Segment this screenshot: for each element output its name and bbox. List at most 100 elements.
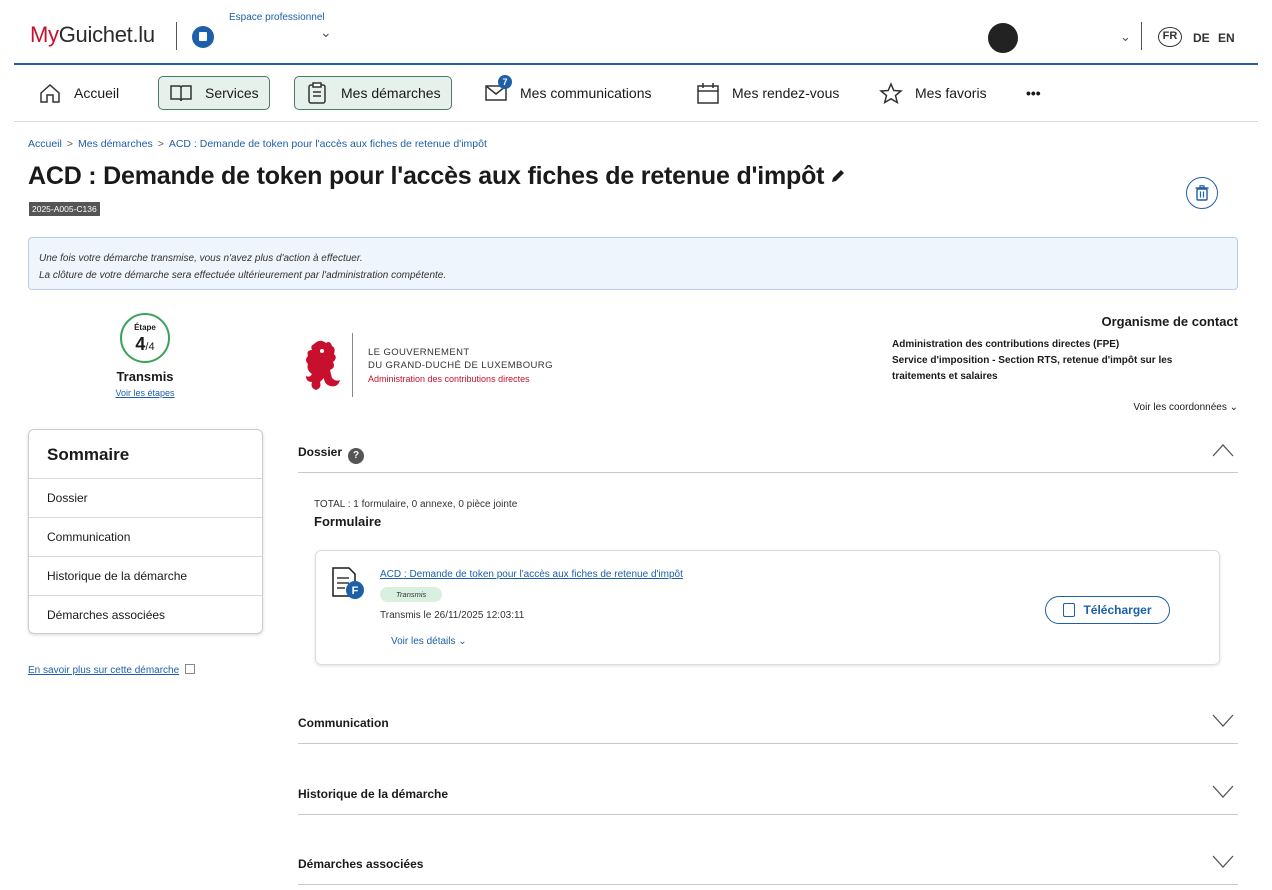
nav-label: Mes démarches	[341, 85, 441, 101]
form-icon-letter: F	[352, 585, 359, 597]
nav-mes-communications[interactable]: 7 Mes communications	[484, 74, 652, 110]
summary-item-communication[interactable]: Communication	[29, 518, 262, 557]
myguichet-logo[interactable]: MyGuichet.lu	[30, 22, 155, 48]
mail-icon-wrap: 7	[484, 74, 520, 106]
clipboard-icon	[308, 82, 326, 104]
trash-icon	[1195, 185, 1209, 201]
nav-accueil[interactable]: Accueil	[38, 76, 119, 110]
view-details-link[interactable]: Voir les détails ⌄	[391, 636, 467, 647]
step-total: /4	[145, 341, 155, 353]
reference-badge: 2025-A005-C136	[29, 202, 100, 216]
learn-more-label: En savoir plus sur cette démarche	[28, 665, 180, 676]
learn-more-link[interactable]: En savoir plus sur cette démarche	[28, 664, 196, 676]
view-contact-details-link[interactable]: Voir les coordonnées ⌄	[1133, 402, 1238, 413]
nav-mes-rendez-vous[interactable]: Mes rendez-vous	[696, 76, 839, 110]
breadcrumb-separator: >	[66, 138, 73, 150]
breadcrumb-accueil[interactable]: Accueil	[28, 138, 62, 150]
contact-organisation: Administration des contributions directe…	[892, 337, 1222, 385]
breadcrumb-mes-demarches[interactable]: Mes démarches	[78, 138, 153, 150]
space-chevron-down-icon[interactable]: ⌄	[320, 24, 332, 41]
step-indicator: Étape 4/4	[120, 313, 170, 363]
nav-label: Accueil	[74, 85, 120, 101]
header-accent-line	[14, 63, 1258, 65]
download-label: Télécharger	[1083, 603, 1152, 617]
pencil-icon[interactable]	[830, 168, 846, 184]
view-details-label: Voir les détails	[391, 636, 456, 647]
step-current: 4	[135, 334, 146, 354]
user-avatar[interactable]	[988, 23, 1018, 53]
nav-label: Mes rendez-vous	[732, 85, 840, 101]
banner-line-2: La clôture de votre démarche sera effect…	[39, 270, 447, 281]
section-dossier-title: Dossier?	[298, 445, 365, 464]
summary-panel: Sommaire Dossier Communication Historiqu…	[28, 429, 263, 634]
home-icon	[40, 83, 60, 103]
info-banner: Une fois votre démarche transmise, vous …	[28, 237, 1238, 290]
step-label: Étape	[134, 323, 156, 332]
help-icon[interactable]: ?	[348, 448, 365, 464]
nav-services[interactable]: Services	[158, 76, 270, 110]
download-button[interactable]: Télécharger	[1045, 596, 1170, 624]
chevron-down-icon: ⌄	[455, 636, 467, 647]
gov-line-3: Administration des contributions directe…	[368, 374, 530, 384]
dossier-total: TOTAL : 1 formulaire, 0 annexe, 0 pièce …	[314, 499, 518, 510]
breadcrumb-current: ACD : Demande de token pour l'accès aux …	[168, 138, 487, 150]
breadcrumb-separator: >	[157, 138, 164, 150]
form-title-link[interactable]: ACD : Demande de token pour l'accès aux …	[380, 569, 683, 580]
lang-de[interactable]: DE	[1193, 31, 1210, 45]
section-communication-header[interactable]: Communication	[298, 708, 1238, 744]
section-historique-header[interactable]: Historique de la démarche	[298, 779, 1238, 815]
chevron-up-icon	[1212, 444, 1234, 457]
contact-link-label: Voir les coordonnées	[1133, 402, 1227, 413]
nav-mes-favoris[interactable]: Mes favoris	[879, 76, 987, 110]
gov-divider	[352, 333, 353, 397]
contact-org-service: Service d'imposition - Section RTS, rete…	[892, 355, 1173, 382]
summary-item-demarches-associees[interactable]: Démarches associées	[29, 596, 262, 635]
section-communication-title: Communication	[298, 716, 389, 730]
page-title: ACD : Demande de token pour l'accès aux …	[28, 162, 846, 191]
top-header: MyGuichet.lu Espace professionnel ⌄ ⌄ FR…	[0, 0, 1272, 64]
nav-label: Mes favoris	[915, 85, 987, 101]
summary-item-dossier[interactable]: Dossier	[29, 479, 262, 518]
luxembourg-lion-logo	[306, 340, 340, 390]
form-transmitted-date: Transmis le 26/11/2025 12:03:11	[380, 610, 525, 621]
space-label: Espace professionnel	[229, 12, 325, 23]
section-label: Dossier	[298, 445, 343, 459]
section-demarches-associees-header[interactable]: Démarches associées	[298, 849, 1238, 885]
status-badge: Transmis	[380, 587, 443, 602]
banner-line-1: Une fois votre démarche transmise, vous …	[39, 253, 363, 264]
lang-en[interactable]: EN	[1218, 31, 1235, 45]
chevron-down-icon: ⌄	[1229, 402, 1238, 413]
external-link-icon	[185, 664, 196, 674]
section-dossier-header[interactable]: Dossier?	[298, 437, 1238, 473]
form-card: F ACD : Demande de token pour l'accès au…	[315, 550, 1220, 665]
nav-label: Mes communications	[520, 85, 652, 101]
nav-label: Services	[205, 85, 259, 101]
page-title-text: ACD : Demande de token pour l'accès aux …	[28, 162, 825, 190]
summary-title: Sommaire	[29, 430, 262, 479]
nav-mes-demarches[interactable]: Mes démarches	[294, 76, 452, 110]
view-steps-link[interactable]: Voir les étapes	[95, 388, 195, 398]
nav-more-button[interactable]: •••	[1026, 76, 1041, 110]
calendar-icon	[697, 83, 719, 104]
chevron-down-icon	[1212, 714, 1234, 727]
form-document-icon: F	[332, 567, 364, 599]
summary-item-historique[interactable]: Historique de la démarche	[29, 557, 262, 596]
user-chevron-down-icon[interactable]: ⌄	[1120, 29, 1131, 45]
delete-button[interactable]	[1186, 177, 1218, 209]
section-historique-title: Historique de la démarche	[298, 787, 449, 801]
step-status: Transmis	[116, 369, 174, 384]
building-icon[interactable]	[192, 26, 214, 48]
chevron-down-icon	[1212, 855, 1234, 868]
contact-title: Organisme de contact	[1101, 314, 1238, 329]
unread-count-badge: 7	[498, 74, 512, 89]
step-number: 4/4	[122, 334, 168, 355]
book-icon	[170, 85, 192, 102]
section-demarches-associees-title: Démarches associées	[298, 857, 424, 871]
star-icon	[879, 82, 903, 104]
lang-divider	[1141, 22, 1142, 50]
lang-fr[interactable]: FR	[1158, 27, 1182, 47]
brand-rest: Guichet.lu	[58, 22, 155, 47]
brand-my: My	[30, 22, 59, 47]
download-icon	[1063, 603, 1076, 617]
form-heading: Formulaire	[314, 514, 382, 529]
